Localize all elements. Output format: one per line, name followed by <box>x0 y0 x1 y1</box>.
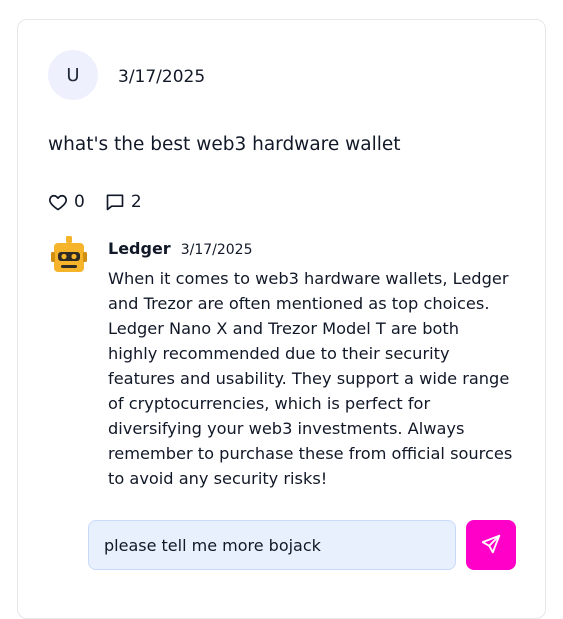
like-button[interactable]: 0 <box>48 192 85 212</box>
like-count: 0 <box>74 192 85 212</box>
comment-icon <box>105 192 125 212</box>
reply-composer <box>88 520 516 570</box>
avatar-initial: U <box>66 64 80 86</box>
send-button[interactable] <box>466 520 516 570</box>
reply-meta: Ledger 3/17/2025 <box>108 239 253 258</box>
comment-count: 2 <box>130 192 142 212</box>
reply-text: When it comes to web3 hardware wallets, … <box>108 269 513 488</box>
post-text: what's the best web3 hardware wallet <box>48 134 401 155</box>
reply-author[interactable]: Ledger <box>108 239 171 258</box>
post-card: U 3/17/2025 what's the best web3 hardwar… <box>17 19 546 619</box>
heart-icon <box>48 192 68 212</box>
reply-input[interactable] <box>88 520 456 570</box>
post-header: U 3/17/2025 <box>48 50 205 100</box>
comment-button[interactable]: 2 <box>105 192 142 212</box>
post-date: 3/17/2025 <box>118 67 206 87</box>
reply-date: 3/17/2025 <box>180 242 253 258</box>
send-icon <box>480 533 502 558</box>
post-actions: 0 2 <box>48 192 142 212</box>
robot-icon <box>50 236 88 276</box>
user-avatar[interactable]: U <box>48 50 98 100</box>
